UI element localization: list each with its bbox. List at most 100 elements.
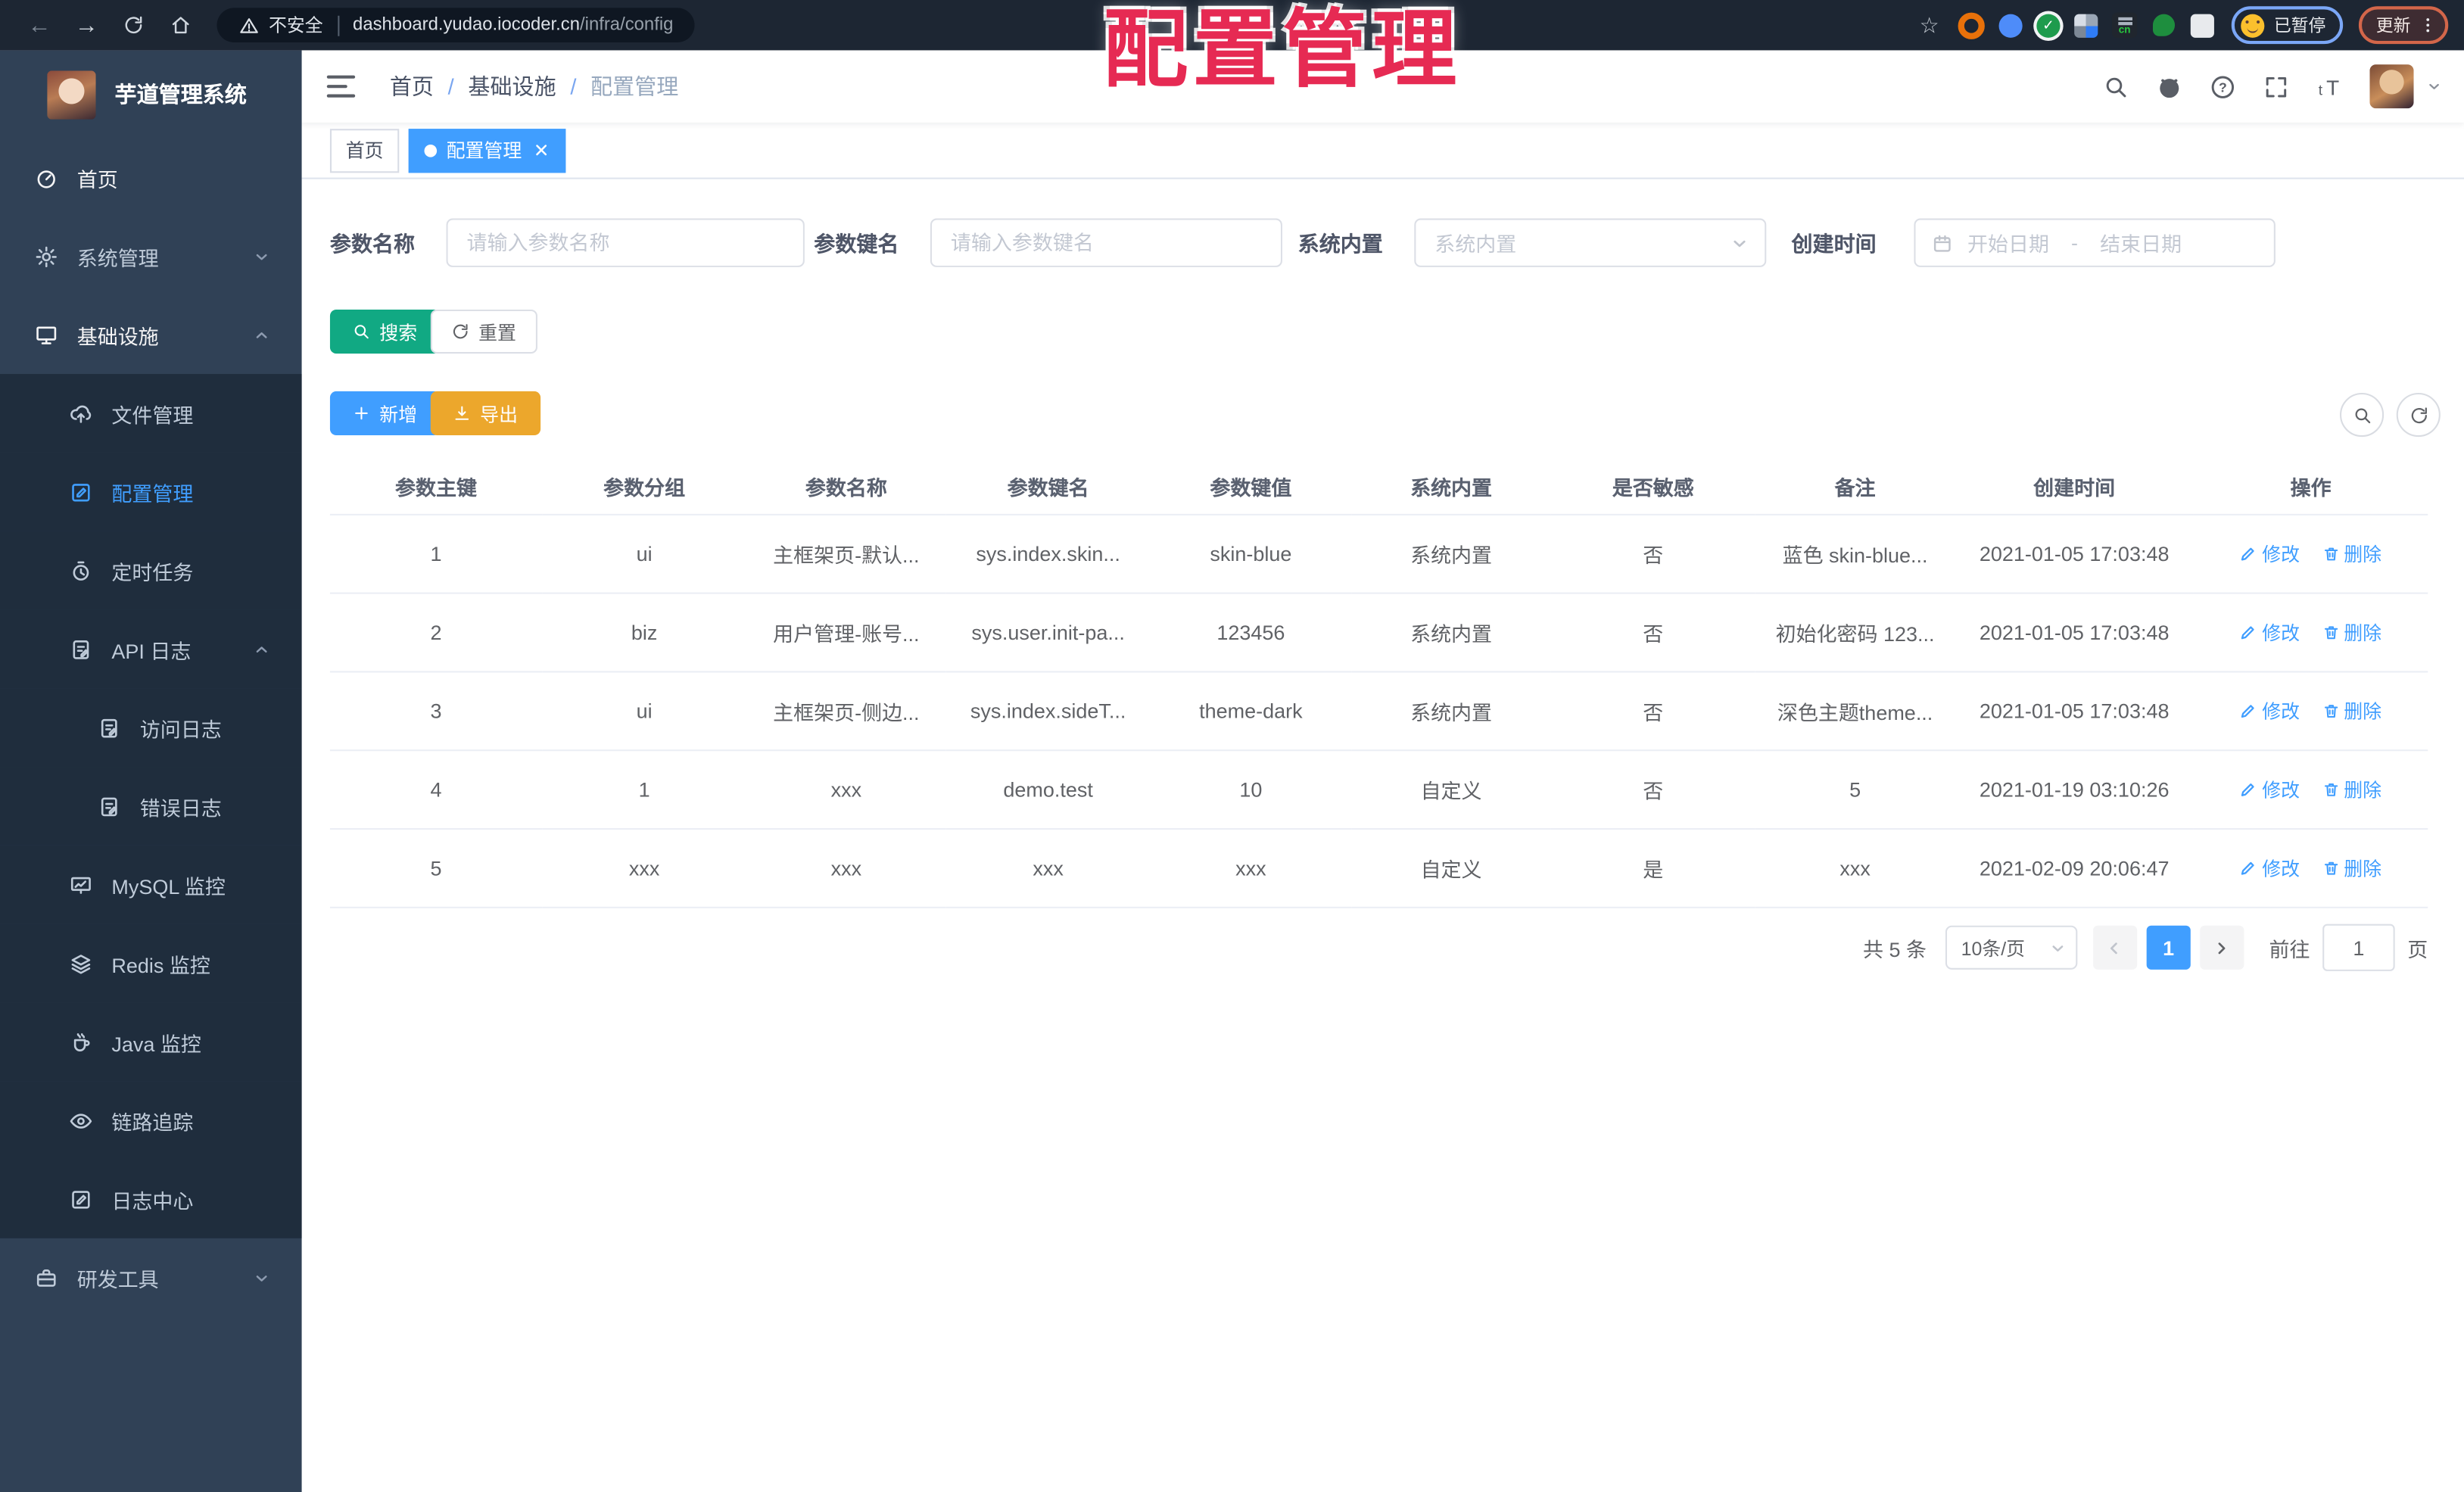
address-bar[interactable]: 不安全 dashboard.yudao.iocoder.cn/infra/con… [216,8,696,43]
fullscreen-icon[interactable] [2263,73,2289,100]
cell-create-time: 2021-01-05 17:03:48 [1955,671,2194,752]
delete-link[interactable]: 删除 [2322,698,2381,724]
current-page[interactable]: 1 [2146,925,2191,970]
sidebar-item[interactable]: 日志中心 [0,1160,302,1238]
cell-key: demo.test [945,750,1151,830]
toggle-search-button[interactable] [2340,392,2385,438]
app-title: 芋道管理系统 [114,81,247,107]
export-button[interactable]: 导出 [430,391,541,436]
cell-value: skin-blue [1150,514,1352,594]
sidebar-item[interactable]: 基础设施 [0,295,302,374]
kebab-menu-icon[interactable] [2419,16,2438,35]
reload-icon[interactable] [117,8,151,42]
browser-nav: ← → [16,8,204,42]
cell-group: ui [542,671,747,752]
extension-icon-pin[interactable] [1997,12,2023,39]
sidebar-item[interactable]: API 日志 [0,609,302,689]
search-icon[interactable] [2103,73,2129,100]
sidebar-collapse-icon[interactable] [326,75,356,98]
delete-link[interactable]: 删除 [2322,619,2381,646]
date-end: 结束日期 [2100,232,2182,257]
edit-link[interactable]: 修改 [2240,698,2300,724]
svg-text:T: T [2326,75,2339,98]
page-size-select[interactable]: 10条/页 [1945,925,2078,970]
edit-link[interactable]: 修改 [2240,540,2300,567]
cell-create-time: 2021-02-09 20:06:47 [1955,829,2194,908]
reset-button[interactable]: 重置 [430,309,537,354]
cell-value: xxx [1150,829,1352,908]
edit-link[interactable]: 修改 [2240,619,2300,646]
font-size-icon[interactable]: tT [2316,73,2343,100]
sidebar-item[interactable]: 研发工具 [0,1238,302,1317]
sidebar-item[interactable]: 定时任务 [0,531,302,610]
menu-label: API 日志 [111,638,192,662]
cell-sensitive: 是 [1550,829,1755,908]
delete-link[interactable]: 删除 [2322,776,2381,802]
menu-label: 基础设施 [76,324,159,348]
extension-icon-check[interactable]: ✓ [2036,13,2061,37]
cell-group: ui [542,514,747,594]
back-icon[interactable]: ← [22,8,57,42]
builtin-select[interactable]: 系统内置 [1414,218,1767,267]
extension-icon-sprout[interactable] [2150,12,2176,39]
extension-icon-cn[interactable]: cn [2111,12,2138,38]
col-header: 参数主键 [329,457,543,516]
menu-icon [98,716,121,740]
sidebar-item[interactable]: 配置管理 [0,452,302,531]
trash-icon [2322,702,2339,720]
cell-key: sys.index.skin... [945,514,1151,594]
sidebar-menu: 首页 系统管理 基础设施 文件管理 配置管理 定时任务 API 日志 访问日志 … [0,139,302,1492]
sidebar-item[interactable]: MySQL 监控 [0,845,302,924]
profile-paused-badge[interactable]: 已暂停 [2231,6,2344,45]
goto-page-input[interactable] [2322,924,2395,971]
sidebar-item[interactable]: Java 监控 [0,1002,302,1082]
close-icon[interactable] [533,142,550,159]
menu-icon [69,559,92,582]
sidebar-item[interactable]: Redis 监控 [0,924,302,1003]
cell-remark: 蓝色 skin-blue... [1755,514,1955,594]
refresh-table-button[interactable] [2396,392,2441,438]
delete-link[interactable]: 删除 [2322,855,2381,881]
cell-value: 123456 [1150,593,1352,673]
menu-label: 访问日志 [139,717,222,741]
cell-key: sys.index.sideT... [945,671,1151,752]
help-icon[interactable]: ? [2210,73,2236,100]
cell-builtin: 系统内置 [1351,671,1551,752]
delete-link[interactable]: 删除 [2322,540,2381,567]
search-button[interactable]: 搜索 [329,309,441,354]
param-key-input[interactable] [932,220,1281,266]
sidebar-item[interactable]: 链路追踪 [0,1081,302,1160]
sidebar-item[interactable]: 首页 [0,139,302,217]
extensions-puzzle-icon[interactable] [2189,12,2216,39]
param-name-input[interactable] [447,220,803,266]
tab[interactable]: 配置管理 [408,128,566,173]
next-page-button[interactable] [2200,925,2244,970]
update-chrome-button[interactable]: 更新 [2358,6,2449,45]
user-avatar[interactable] [2369,64,2414,109]
edit-link[interactable]: 修改 [2240,776,2300,802]
date-range-picker[interactable]: 开始日期 - 结束日期 [1914,218,2276,267]
table-row: 1 ui 主框架页-默认... sys.index.skin... skin-b… [329,514,2428,594]
extension-icon-orange[interactable] [1958,11,1985,39]
home-icon[interactable] [164,8,198,42]
sidebar-item[interactable]: 访问日志 [0,688,302,768]
add-button[interactable]: 新增 [329,391,441,436]
breadcrumb-home[interactable]: 首页 [390,70,434,102]
emoji-avatar [2241,13,2265,37]
chevron-down-icon[interactable] [2426,79,2442,95]
bookmark-star-icon[interactable]: ☆ [1920,12,1939,39]
github-icon[interactable] [2156,73,2182,100]
sidebar-item[interactable]: 文件管理 [0,374,302,453]
download-icon [453,404,472,423]
sidebar-item[interactable]: 系统管理 [0,216,302,295]
forward-icon[interactable]: → [69,8,104,42]
prev-page-button[interactable] [2093,925,2138,970]
main-content: 参数名称 参数键名 系统内置 系统内置 创建时间 开始日期 - 结束日期 搜索 … [301,179,2464,1492]
extension-icon-grid[interactable] [2073,12,2099,39]
edit-link[interactable]: 修改 [2240,855,2300,881]
tab[interactable]: 首页 [329,128,400,173]
sidebar-item[interactable]: 错误日志 [0,767,302,846]
breadcrumb-infra[interactable]: 基础设施 [468,70,556,102]
app-logo-row[interactable]: 芋道管理系统 [0,50,302,138]
cell-group: xxx [542,829,747,908]
